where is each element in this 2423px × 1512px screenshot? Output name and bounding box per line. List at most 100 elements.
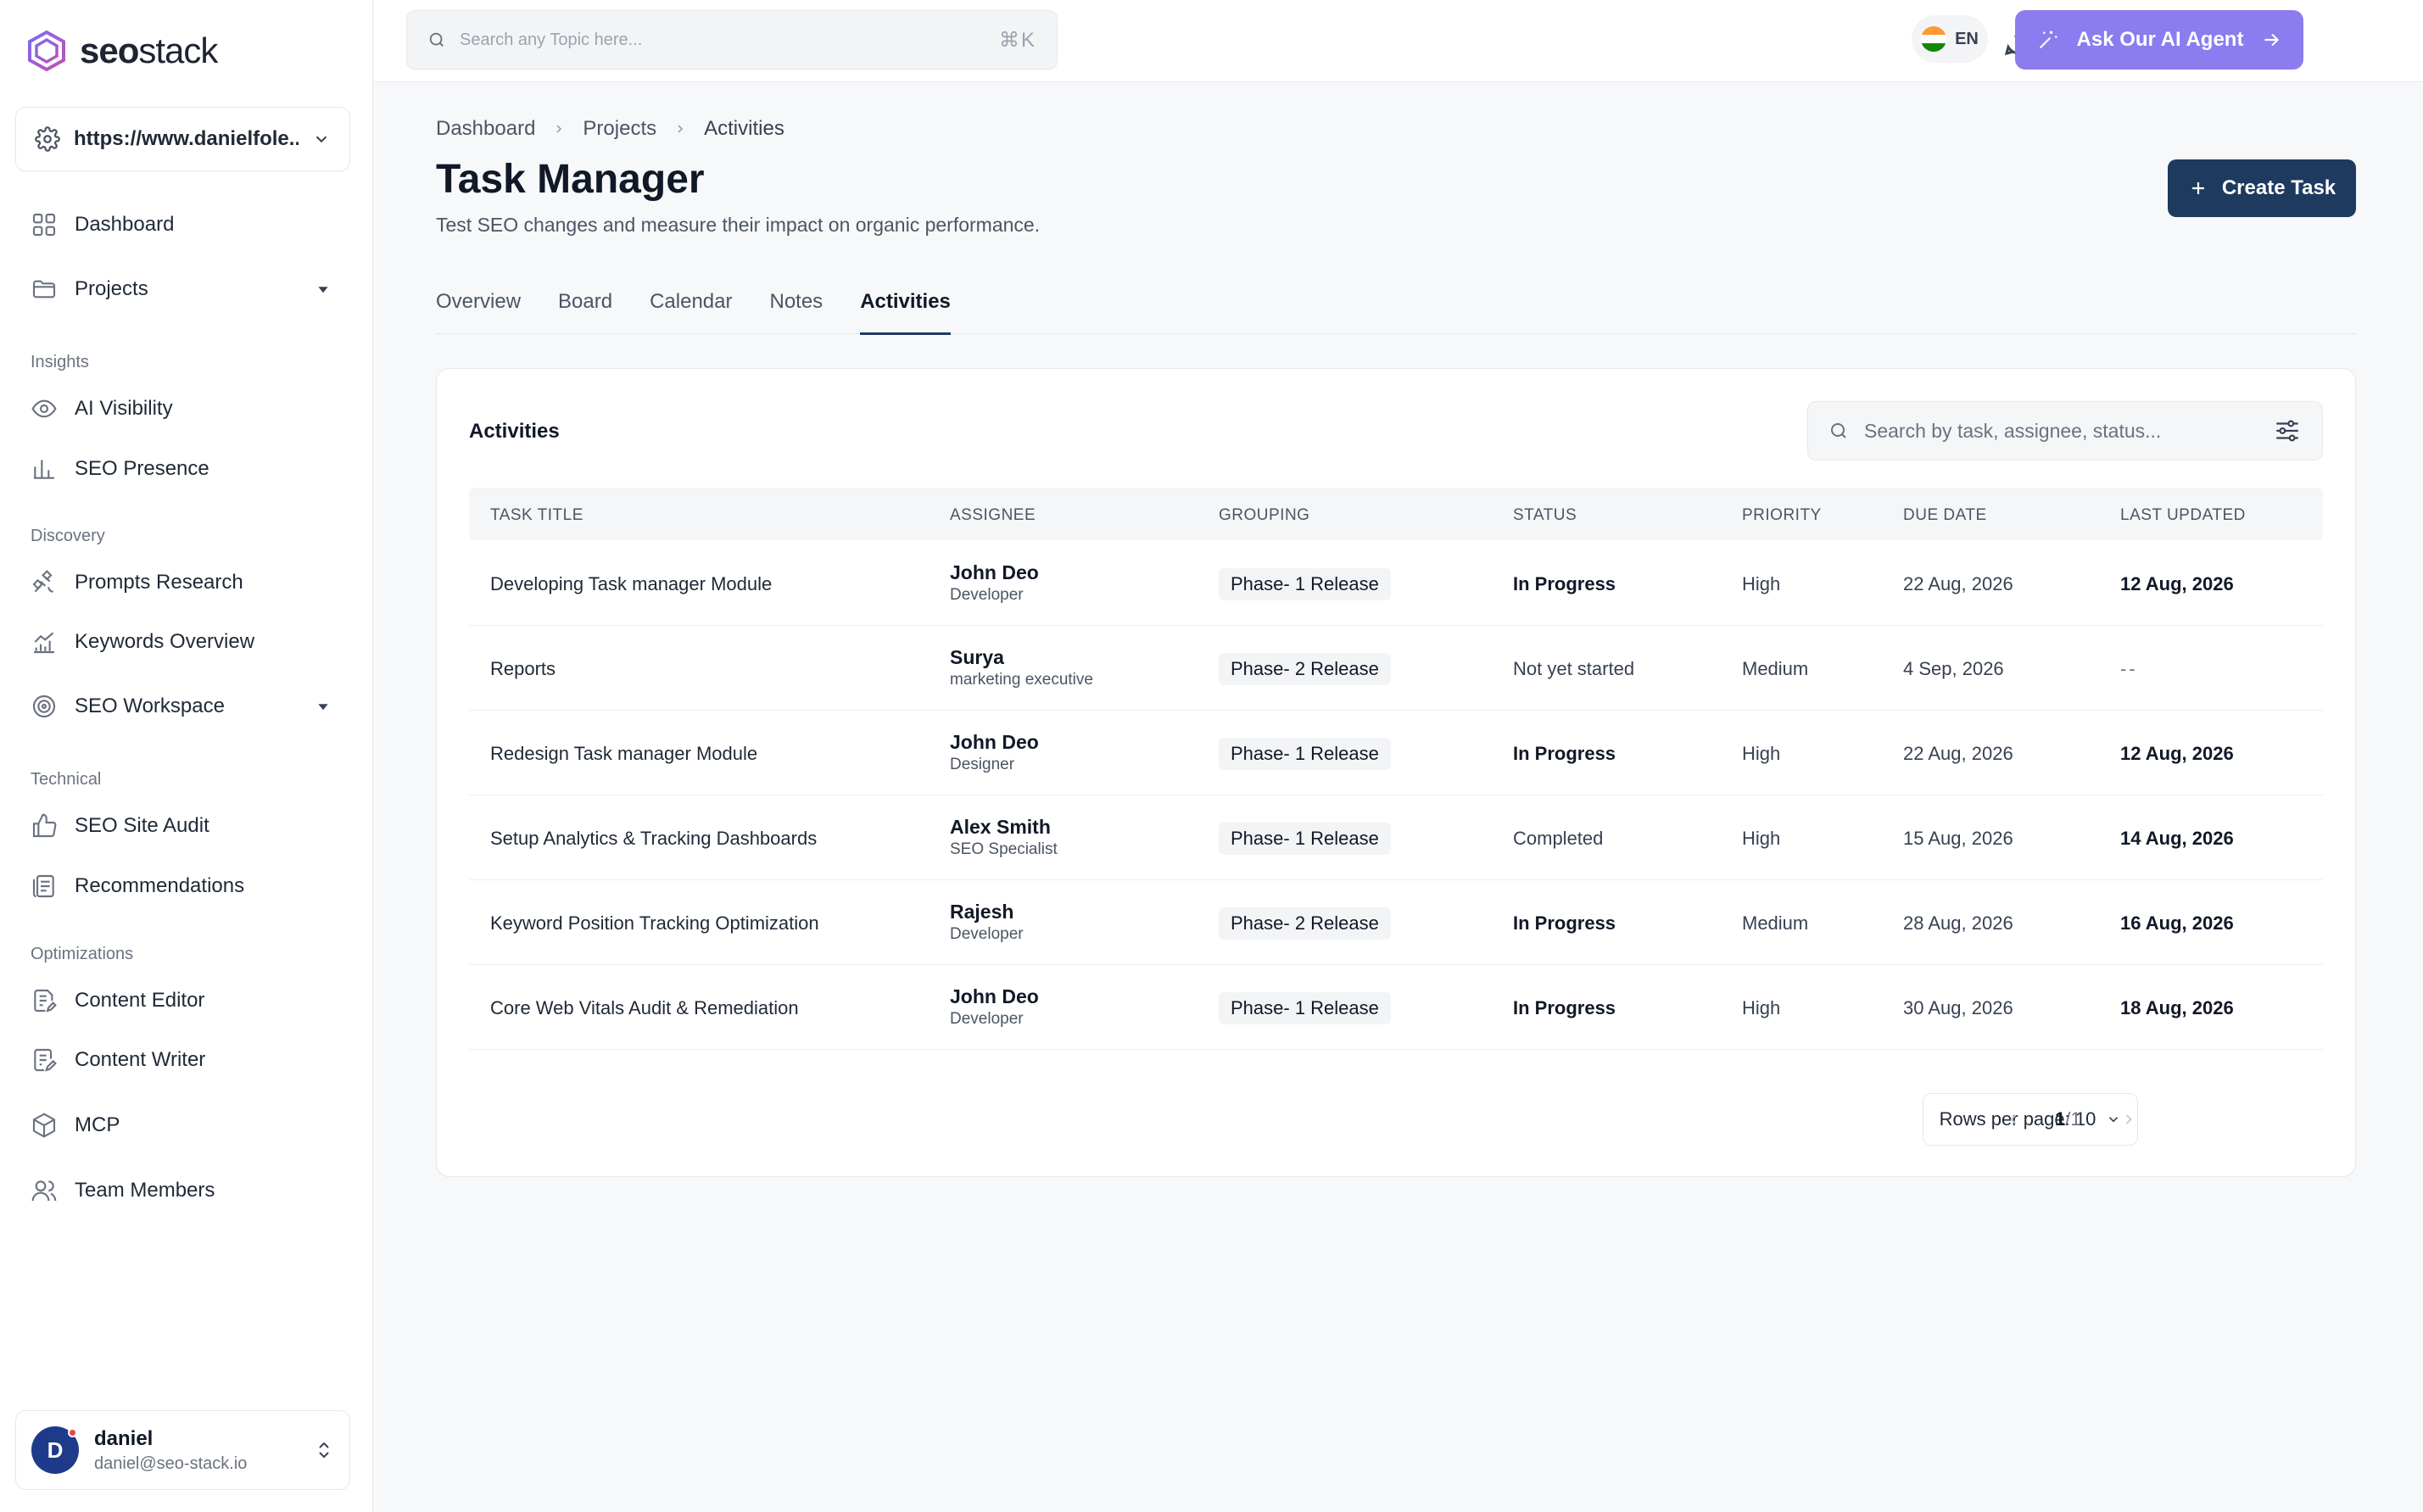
ask-ai-agent-button[interactable]: Ask Our AI Agent [2015, 10, 2303, 70]
activities-card: Activities TASK TITLE ASSIGNEE GROUPING … [436, 368, 2356, 1177]
sidebar-item-recommendations[interactable]: Recommendations [31, 866, 344, 907]
grouping-tag: Phase- 1 Release [1219, 823, 1391, 855]
filter-sliders-icon[interactable] [2273, 416, 2302, 445]
tab-bar: Overview Board Calendar Notes Activities [436, 280, 2356, 335]
status-text: Not yet started [1513, 658, 1635, 679]
assignee: John Deo Developer [950, 561, 1039, 605]
task-title[interactable]: Setup Analytics & Tracking Dashboards [490, 828, 817, 850]
section-title-discovery: Discovery [31, 527, 105, 545]
ask-ai-agent-label: Ask Our AI Agent [2076, 28, 2244, 51]
sidebar-item-label: Dashboard [75, 213, 175, 236]
brand-logo[interactable]: seostack [25, 25, 218, 76]
sidebar-item-content-writer[interactable]: Content Writer [31, 1040, 344, 1080]
caret-down-icon [318, 287, 328, 293]
column-header-due-date: DUE DATE [1903, 506, 1987, 524]
user-account-menu[interactable]: D daniel daniel@seo-stack.io [15, 1410, 350, 1490]
assignee-role: Developer [950, 586, 1024, 604]
sidebar-item-label: SEO Site Audit [75, 814, 209, 837]
assignee-name: Alex Smith [950, 816, 1051, 838]
due-date: 22 Aug, 2026 [1903, 743, 2013, 764]
table-row[interactable]: Redesign Task manager Module John Deo De… [469, 711, 2323, 795]
table-row[interactable]: Developing Task manager Module John Deo … [469, 541, 2323, 626]
column-header-status: STATUS [1513, 506, 1577, 524]
create-task-button[interactable]: Create Task [2168, 159, 2356, 217]
avatar: D [31, 1426, 79, 1474]
sparkle-wand-icon [2039, 31, 2057, 49]
sidebar-item-label: Content Editor [75, 989, 205, 1012]
tab-board[interactable]: Board [558, 280, 612, 334]
due-date: 22 Aug, 2026 [1903, 573, 2013, 594]
assignee-role: Designer [950, 756, 1015, 773]
sidebar-item-keywords-overview[interactable]: Keywords Overview [31, 622, 344, 662]
tab-overview[interactable]: Overview [436, 280, 521, 334]
activities-search[interactable] [1807, 401, 2323, 460]
tab-calendar[interactable]: Calendar [650, 280, 732, 334]
site-url: https://www.danielfole... [74, 127, 299, 150]
page-subtitle: Test SEO changes and measure their impac… [436, 214, 1041, 236]
eye-icon [31, 399, 57, 418]
sidebar-item-seo-workspace[interactable]: SEO Workspace [31, 686, 344, 727]
page-title: Task Manager [436, 157, 705, 202]
logo-icon [28, 30, 65, 72]
priority-text: High [1742, 997, 1781, 1018]
gear-icon [35, 126, 60, 152]
assignee: Alex Smith SEO Specialist [950, 816, 1058, 859]
global-search[interactable]: ⌘K [406, 10, 1058, 70]
section-title-technical: Technical [31, 770, 102, 789]
task-title[interactable]: Keyword Position Tracking Optimization [490, 912, 819, 935]
sidebar-item-label: Prompts Research [75, 571, 243, 594]
sidebar-item-label: SEO Presence [75, 457, 209, 480]
search-input[interactable] [460, 30, 985, 50]
table-row[interactable]: Reports Surya marketing executive Phase-… [469, 626, 2323, 711]
create-task-label: Create Task [2221, 176, 2336, 199]
site-selector[interactable]: https://www.danielfole... [15, 107, 350, 171]
page-indicator: 1/1 [2055, 1108, 2081, 1130]
due-date: 15 Aug, 2026 [1903, 828, 2013, 849]
sidebar-item-projects[interactable]: Projects [31, 269, 344, 310]
task-title[interactable]: Reports [490, 658, 556, 680]
table-row[interactable]: Setup Analytics & Tracking Dashboards Al… [469, 795, 2323, 880]
table-row[interactable]: Keyword Position Tracking Optimization R… [469, 880, 2323, 965]
status-text: In Progress [1513, 573, 1616, 594]
grouping-tag: Phase- 1 Release [1219, 568, 1391, 600]
language-selector[interactable]: EN [1912, 15, 1988, 63]
breadcrumb-dashboard[interactable]: Dashboard [436, 117, 535, 141]
arrow-right-icon [2264, 33, 2280, 47]
sidebar-item-seo-presence[interactable]: SEO Presence [31, 449, 344, 489]
sidebar-item-team-members[interactable]: Team Members [31, 1170, 344, 1211]
assignee-name: John Deo [950, 731, 1039, 753]
priority-text: Medium [1742, 658, 1809, 679]
tab-notes[interactable]: Notes [769, 280, 823, 334]
sidebar-item-label: AI Visibility [75, 397, 173, 420]
grouping-tag: Phase- 2 Release [1219, 907, 1391, 940]
sidebar-item-content-editor[interactable]: Content Editor [31, 980, 344, 1021]
activities-search-input[interactable] [1864, 419, 2258, 443]
breadcrumb-projects[interactable]: Projects [583, 117, 656, 141]
previous-page-button[interactable] [1994, 1100, 2033, 1139]
task-title[interactable]: Developing Task manager Module [490, 573, 772, 595]
sidebar-item-prompts-research[interactable]: Prompts Research [31, 562, 344, 603]
tab-activities[interactable]: Activities [860, 280, 951, 335]
priority-text: High [1742, 573, 1781, 594]
task-title[interactable]: Core Web Vitals Audit & Remediation [490, 997, 799, 1019]
due-date: 28 Aug, 2026 [1903, 912, 2013, 934]
table-row[interactable]: Core Web Vitals Audit & Remediation John… [469, 965, 2323, 1050]
target-icon [32, 695, 56, 718]
chevron-down-icon [315, 136, 327, 143]
sidebar-item-mcp[interactable]: MCP [31, 1105, 344, 1146]
sidebar-item-ai-visibility[interactable]: AI Visibility [31, 388, 344, 429]
assignee: John Deo Developer [950, 985, 1039, 1029]
sidebar-item-dashboard[interactable]: Dashboard [31, 204, 344, 245]
last-updated: 18 Aug, 2026 [2120, 997, 2234, 1018]
india-flag-icon [1921, 26, 1947, 52]
sidebar-item-seo-site-audit[interactable]: SEO Site Audit [31, 806, 344, 846]
users-icon [31, 1180, 57, 1202]
caret-down-icon [318, 704, 328, 711]
section-title-insights: Insights [31, 353, 89, 371]
next-page-button[interactable] [2109, 1100, 2148, 1139]
column-header-grouping: GROUPING [1219, 506, 1310, 524]
sidebar-item-label: Team Members [75, 1179, 215, 1202]
task-title[interactable]: Redesign Task manager Module [490, 743, 757, 765]
chevron-up-down-icon [319, 1442, 329, 1459]
sidebar-item-label: Content Writer [75, 1048, 206, 1071]
